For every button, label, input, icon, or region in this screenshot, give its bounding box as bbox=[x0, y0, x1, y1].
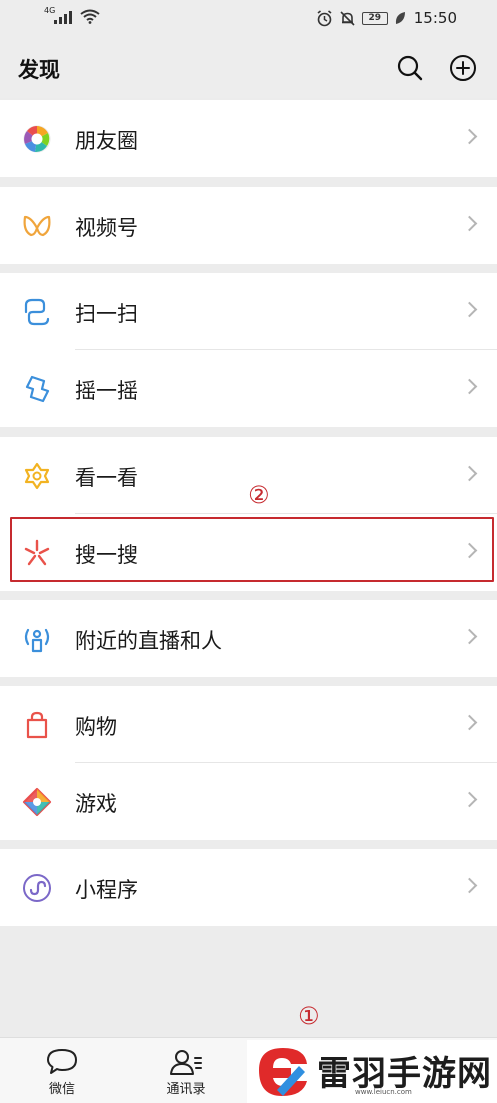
mute-bell-icon bbox=[340, 10, 355, 26]
games-icon bbox=[22, 787, 52, 817]
moments-icon bbox=[23, 125, 51, 153]
watermark-url: www.leiucn.com bbox=[355, 1088, 412, 1096]
menu-item-label: 看一看 bbox=[75, 466, 138, 490]
clock: 15:50 bbox=[413, 9, 457, 27]
network-type: 4G bbox=[44, 6, 56, 15]
scan-icon bbox=[24, 298, 50, 326]
menu-item-scan[interactable]: 扫一扫 bbox=[0, 273, 497, 350]
chevron-right-icon bbox=[461, 378, 478, 395]
watermark-logo bbox=[259, 1048, 307, 1096]
nearby-live-icon bbox=[24, 628, 50, 653]
group-scan-shake: 扫一扫 摇一摇 bbox=[0, 273, 497, 427]
chevron-right-icon bbox=[461, 465, 478, 482]
tab-label: 通讯录 bbox=[166, 1082, 206, 1097]
shopping-bag-icon bbox=[26, 711, 48, 739]
menu-item-label: 摇一摇 bbox=[75, 379, 138, 403]
chevron-right-icon bbox=[461, 215, 478, 232]
menu-item-label: 附近的直播和人 bbox=[75, 629, 222, 653]
chevron-right-icon bbox=[461, 791, 478, 808]
status-right: 29 15:50 bbox=[316, 9, 457, 27]
highlight-box bbox=[10, 517, 494, 582]
chat-bubble-icon bbox=[47, 1049, 77, 1074]
chevron-right-icon bbox=[461, 877, 478, 894]
wifi-icon bbox=[80, 9, 100, 24]
chevron-right-icon bbox=[461, 301, 478, 318]
leaf-icon bbox=[395, 12, 405, 24]
signal-icon bbox=[54, 11, 72, 24]
top-bar: 发现 bbox=[0, 36, 497, 98]
step-2-marker: ② bbox=[248, 481, 270, 509]
step-1-marker: ① bbox=[298, 1002, 320, 1030]
chevron-right-icon bbox=[461, 128, 478, 145]
menu-item-shopping[interactable]: 购物 bbox=[0, 686, 497, 763]
menu-item-shake[interactable]: 摇一摇 bbox=[0, 350, 497, 427]
group-mini-programs: 小程序 bbox=[0, 849, 497, 926]
chevron-right-icon bbox=[461, 628, 478, 645]
alarm-icon bbox=[317, 9, 332, 26]
menu-item-mini-programs[interactable]: 小程序 bbox=[0, 849, 497, 926]
tab-chats[interactable]: 微信 bbox=[0, 1038, 124, 1103]
menu-item-label: 游戏 bbox=[75, 792, 117, 816]
search-icon[interactable] bbox=[396, 54, 424, 82]
tab-contacts[interactable]: 通讯录 bbox=[124, 1038, 248, 1103]
page-title: 发现 bbox=[18, 58, 60, 82]
top-stories-icon bbox=[24, 462, 50, 490]
tab-label: 微信 bbox=[48, 1082, 75, 1097]
signal-indicators: 4G bbox=[44, 6, 100, 24]
chevron-right-icon bbox=[461, 714, 478, 731]
group-nearby: 附近的直播和人 bbox=[0, 600, 497, 677]
menu-item-games[interactable]: 游戏 bbox=[0, 763, 497, 840]
contacts-icon bbox=[170, 1050, 202, 1075]
menu-item-label: 购物 bbox=[75, 715, 117, 739]
menu-item-label: 视频号 bbox=[75, 216, 138, 240]
discover-screen: 4G 29 15:50 发现 朋友圈 视频号 扫一扫 摇一摇 看一看 搜一搜 附… bbox=[0, 0, 497, 1103]
status-bar: 4G 29 15:50 bbox=[0, 0, 497, 36]
watermark: 雷羽手游网 www.leiucn.com bbox=[247, 1040, 497, 1103]
menu-item-label: 小程序 bbox=[75, 878, 138, 902]
menu-item-label: 扫一扫 bbox=[75, 302, 138, 326]
group-shopping-games: 购物 游戏 bbox=[0, 686, 497, 840]
group-channels: 视频号 bbox=[0, 187, 497, 264]
shake-icon bbox=[25, 375, 50, 403]
battery-level: 29 bbox=[361, 11, 388, 25]
plus-circle-icon[interactable] bbox=[449, 54, 477, 82]
menu-item-label: 朋友圈 bbox=[75, 129, 138, 153]
channels-icon bbox=[23, 215, 51, 237]
menu-item-moments[interactable]: 朋友圈 bbox=[0, 100, 497, 177]
group-moments: 朋友圈 bbox=[0, 100, 497, 177]
menu-item-channels[interactable]: 视频号 bbox=[0, 187, 497, 264]
mini-program-icon bbox=[23, 874, 51, 902]
menu-item-nearby[interactable]: 附近的直播和人 bbox=[0, 600, 497, 677]
